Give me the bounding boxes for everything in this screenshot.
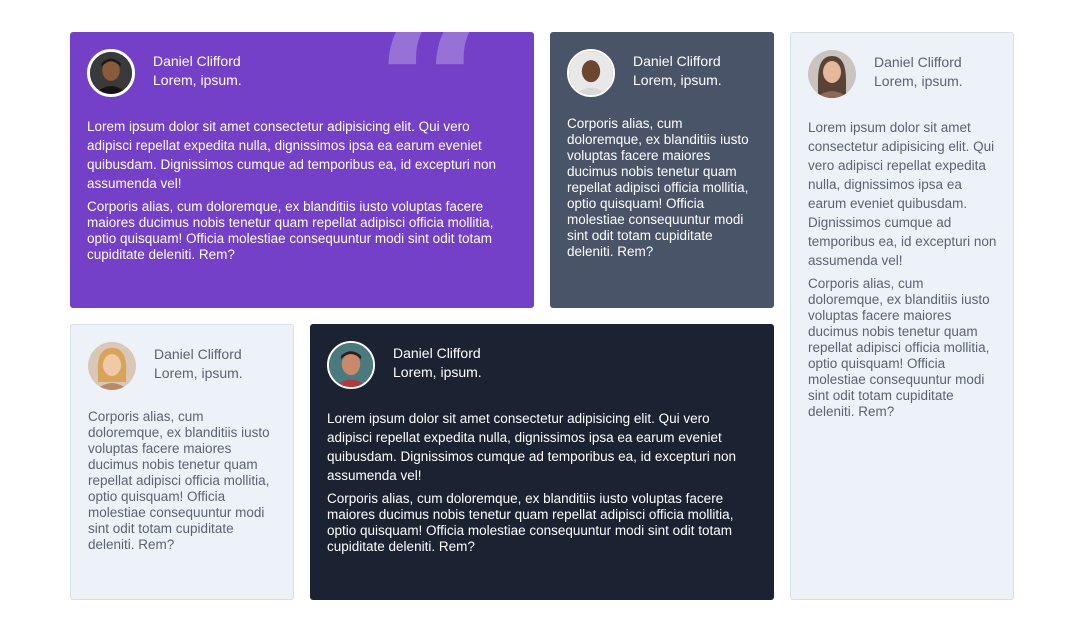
testimonial-paragraph: Corporis alias, cum doloremque, ex bland… [808,276,990,419]
author-role: Lorem, ipsum. [393,364,482,380]
avatar-photo [569,51,613,95]
avatar-photo [329,343,373,387]
testimonial-text: Lorem ipsum dolor sit amet consectetur a… [808,118,997,420]
avatar [88,342,136,390]
testimonial-paragraph: Corporis alias, cum doloremque, ex bland… [87,199,494,262]
testimonial-text: Lorem ipsum dolor sit amet consectetur a… [87,117,517,263]
testimonial-paragraph: Corporis alias, cum doloremque, ex bland… [88,409,270,552]
avatar [567,49,615,97]
avatar [327,341,375,389]
testimonial-paragraph: Corporis alias, cum doloremque, ex bland… [327,491,734,554]
author-name: Daniel Clifford [154,346,242,362]
testimonial-card-3: Daniel Clifford Lorem, ipsum. Lorem ipsu… [790,32,1014,600]
avatar-photo [88,342,136,390]
avatar [87,49,135,97]
testimonial-card-1: “ Daniel Clifford Lorem, ipsum. Lorem ip… [70,32,534,308]
testimonial-card-2: Daniel Clifford Lorem, ipsum. Corporis a… [550,32,774,308]
testimonial-card-4: Daniel Clifford Lorem, ipsum. Corporis a… [70,324,294,600]
avatar-photo [90,52,132,94]
author-name: Daniel Clifford [393,345,481,361]
author-role: Lorem, ipsum. [154,365,243,381]
author-role: Lorem, ipsum. [874,73,963,89]
testimonial-text: Corporis alias, cum doloremque, ex bland… [567,116,760,260]
avatar-photo [808,50,856,98]
testimonial-paragraph: Corporis alias, cum doloremque, ex bland… [567,116,749,259]
testimonial-paragraph: Lorem ipsum dolor sit amet consectetur a… [808,120,997,268]
author-name: Daniel Clifford [874,54,962,70]
avatar [808,50,856,98]
author-role: Lorem, ipsum. [633,72,722,88]
author-name: Daniel Clifford [633,53,721,69]
testimonial-text: Lorem ipsum dolor sit amet consectetur a… [327,409,757,555]
testimonial-text: Corporis alias, cum doloremque, ex bland… [88,409,277,553]
testimonial-paragraph: Lorem ipsum dolor sit amet consectetur a… [327,411,736,483]
author-name: Daniel Clifford [153,53,241,69]
author-role: Lorem, ipsum. [153,72,242,88]
testimonial-card-5: Daniel Clifford Lorem, ipsum. Lorem ipsu… [310,324,774,600]
testimonial-paragraph: Lorem ipsum dolor sit amet consectetur a… [87,119,496,191]
